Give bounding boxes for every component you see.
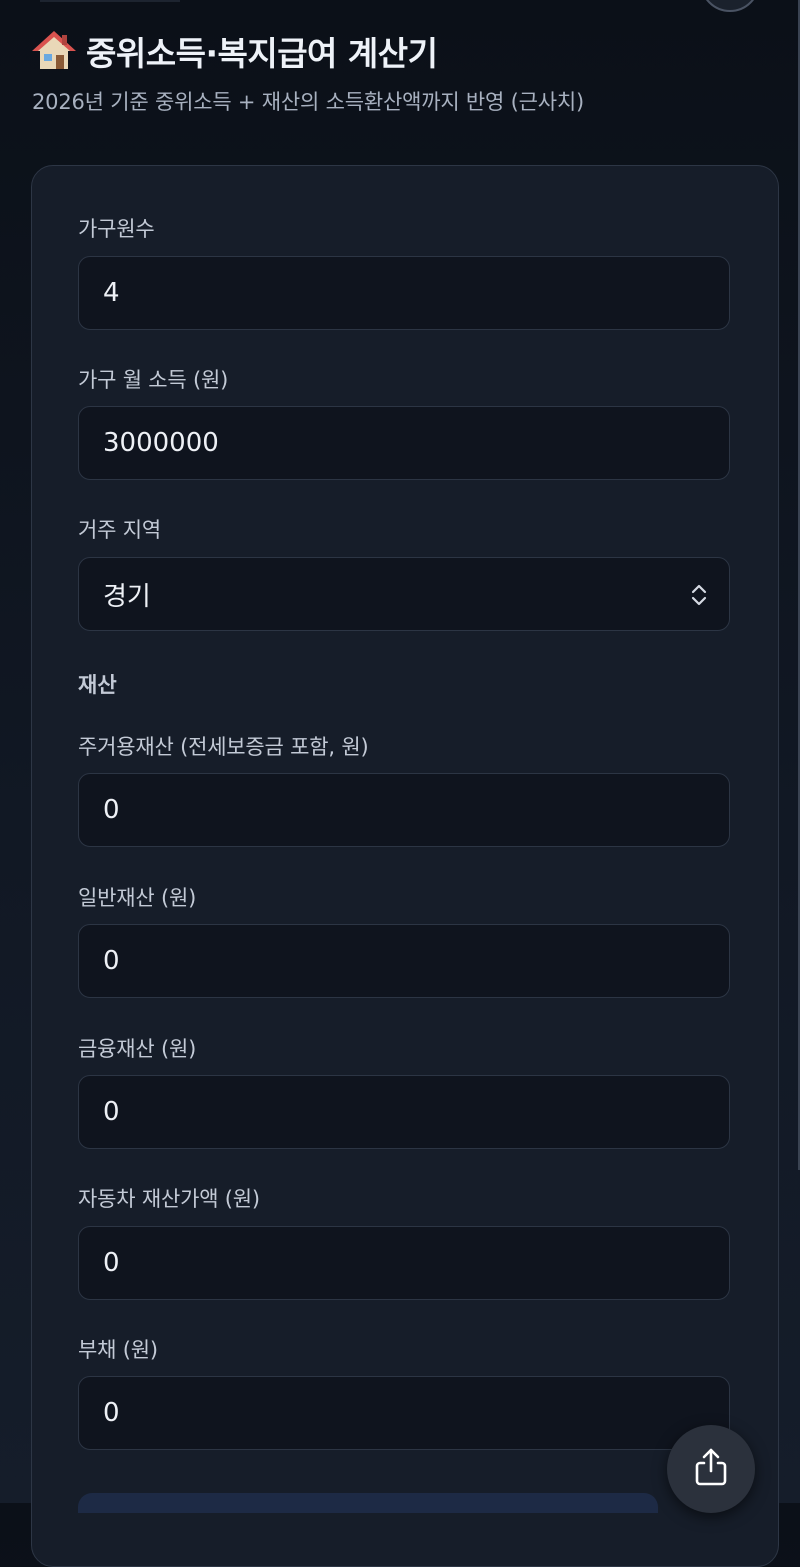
vehicle-value-label: 자동차 재산가액 (원)	[78, 1187, 260, 1211]
region-select[interactable]: 경기	[78, 557, 730, 631]
title-row: 중위소득·복지급여 계산기	[32, 26, 780, 76]
residential-assets-value: 0	[103, 795, 120, 825]
submit-button-partial[interactable]	[78, 1493, 658, 1513]
profile-avatar[interactable]	[700, 0, 760, 12]
region-value: 경기	[103, 581, 151, 612]
house-icon	[32, 29, 76, 73]
household-size-value: 4	[103, 278, 120, 308]
select-updown-icon	[689, 582, 709, 608]
calculator-form-card: 가구원수 4 가구 월 소득 (원) 3000000 거주 지역 경기 재산 주…	[31, 165, 779, 1567]
monthly-income-input[interactable]: 3000000	[78, 406, 730, 480]
residential-assets-label: 주거용재산 (전세보증금 포함, 원)	[78, 735, 369, 759]
debt-value: 0	[103, 1398, 120, 1428]
assets-section-heading: 재산	[78, 673, 117, 697]
monthly-income-value: 3000000	[103, 428, 219, 458]
financial-assets-value: 0	[103, 1097, 120, 1127]
page-title: 중위소득·복지급여 계산기	[86, 34, 438, 73]
general-assets-value: 0	[103, 946, 120, 976]
general-assets-label: 일반재산 (원)	[78, 886, 197, 910]
household-size-label: 가구원수	[78, 217, 155, 241]
share-icon	[693, 1447, 729, 1491]
financial-assets-label: 금융재산 (원)	[78, 1037, 197, 1061]
financial-assets-input[interactable]: 0	[78, 1075, 730, 1149]
vehicle-value-input[interactable]: 0	[78, 1226, 730, 1300]
debt-input[interactable]: 0	[78, 1376, 730, 1450]
region-label: 거주 지역	[78, 518, 161, 542]
general-assets-input[interactable]: 0	[78, 924, 730, 998]
share-button[interactable]	[667, 1425, 755, 1513]
page-subtitle: 2026년 기준 중위소득 + 재산의 소득환산액까지 반영 (근사치)	[32, 90, 584, 114]
household-size-input[interactable]: 4	[78, 256, 730, 330]
monthly-income-label: 가구 월 소득 (원)	[78, 368, 229, 392]
top-partial-element	[40, 0, 180, 2]
residential-assets-input[interactable]: 0	[78, 773, 730, 847]
debt-label: 부채 (원)	[78, 1338, 158, 1362]
vehicle-value-value: 0	[103, 1248, 120, 1278]
page-header: 중위소득·복지급여 계산기 2026년 기준 중위소득 + 재산의 소득환산액까…	[32, 26, 780, 116]
